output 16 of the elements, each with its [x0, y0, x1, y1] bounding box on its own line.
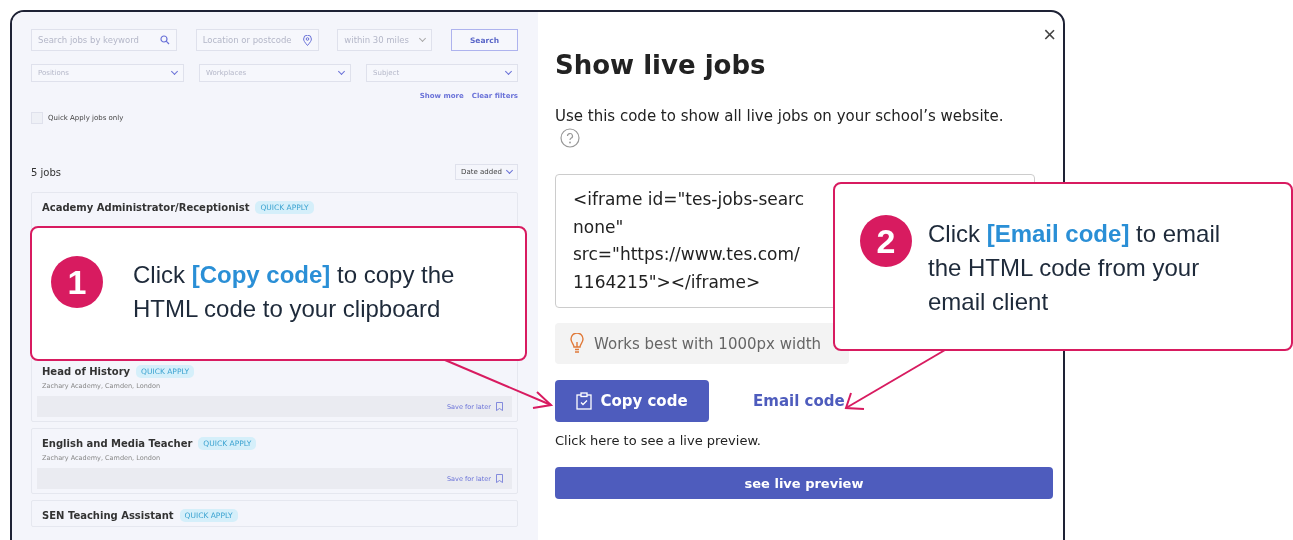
preview-hint: Click here to see a live preview.: [555, 433, 762, 448]
job-title: English and Media Teacher: [42, 438, 193, 449]
step-number: 1: [51, 256, 103, 308]
results-count: 5 jobs: [31, 166, 61, 178]
callout-text: Click [Copy code] to copy the HTML code to your clipboard: [133, 260, 456, 324]
code-line: <iframe id="tes-jobs-searc: [573, 188, 805, 211]
code-line: 1164215"></iframe>: [573, 270, 761, 294]
job-title: SEN Teaching Assistant: [42, 510, 174, 521]
code-line: none": [573, 215, 624, 239]
description-text: Use this code to show all live jobs on your school’s website.: [555, 107, 1005, 125]
step-number: 2: [860, 215, 912, 267]
job-title: Head of History: [42, 366, 131, 377]
code-line: src="https://www.tes.com/: [573, 243, 800, 266]
job-title: Academy Administrator/Receptionist: [42, 202, 250, 213]
tip-text: Works best with 1000px width: [594, 334, 822, 353]
modal-title: Show live jobs: [555, 50, 767, 80]
